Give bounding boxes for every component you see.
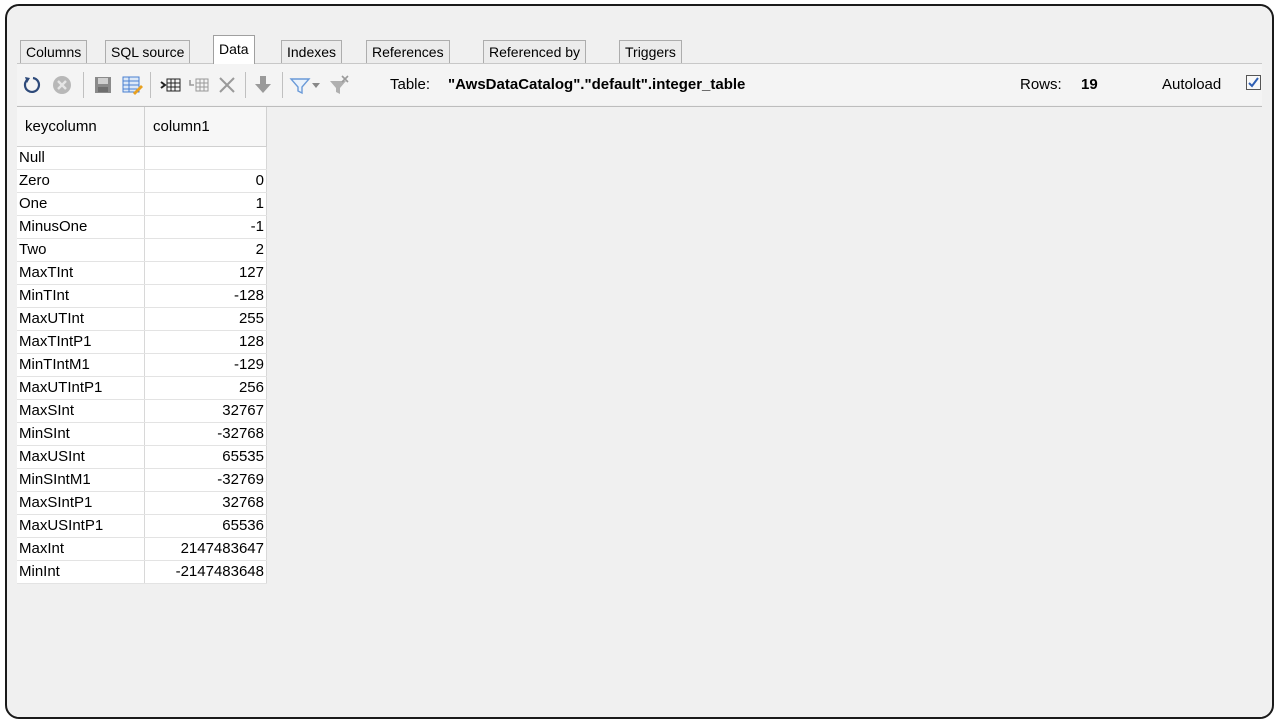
table-row[interactable]: MaxSInt 32767 (17, 399, 267, 423)
cell-keycolumn[interactable]: One (17, 192, 145, 216)
rows-count-wrap: 19 (1081, 76, 1098, 93)
rows-count: 19 (1081, 76, 1098, 93)
table-name: "AwsDataCatalog"."default".integer_table (448, 76, 746, 93)
table-row[interactable]: MaxInt 2147483647 (17, 537, 267, 561)
cell-keycolumn[interactable]: MaxUSIntP1 (17, 514, 145, 538)
tab-references[interactable]: References (366, 40, 450, 63)
window-frame: Columns SQL source Data Indexes Referenc… (5, 4, 1274, 719)
cell-column1[interactable]: 256 (144, 376, 267, 400)
table-name-value: "AwsDataCatalog"."default".integer_table (448, 76, 745, 93)
cell-column1[interactable]: 127 (144, 261, 267, 285)
cell-column1[interactable]: 128 (144, 330, 267, 354)
data-grid-area: keycolumn column1 Null Zero 0 One 1 MinusOne -… (17, 106, 1262, 717)
cell-column1[interactable]: 32768 (144, 491, 267, 515)
cell-column1[interactable]: 0 (144, 169, 267, 193)
cell-column1[interactable] (144, 146, 267, 170)
table-row[interactable]: MaxUTIntP1 256 (17, 376, 267, 400)
tab-sql-source[interactable]: SQL source (105, 40, 191, 63)
table-row[interactable]: MinusOne -1 (17, 215, 267, 239)
autoload-label: Autoload (1162, 76, 1222, 93)
cell-keycolumn[interactable]: Two (17, 238, 145, 262)
table-row[interactable]: MaxTInt 127 (17, 261, 267, 285)
table-row[interactable]: MaxUSIntP1 65536 (17, 514, 267, 538)
autoload-checkbox[interactable] (1246, 75, 1261, 90)
cell-keycolumn[interactable]: MaxUTInt (17, 307, 145, 331)
cell-keycolumn[interactable]: Null (17, 146, 145, 170)
data-toolbar: Table: "AwsDataCatalog"."default".intege… (17, 64, 1262, 105)
table-row[interactable]: One 1 (17, 192, 267, 216)
table-row[interactable]: Zero 0 (17, 169, 267, 193)
cell-column1[interactable]: 1 (144, 192, 267, 216)
edit-icon[interactable] (120, 73, 144, 97)
column-header-column1[interactable]: column1 (144, 107, 267, 147)
cell-keycolumn[interactable]: MinusOne (17, 215, 145, 239)
cell-column1[interactable]: -32769 (144, 468, 267, 492)
cell-keycolumn[interactable]: MaxSIntP1 (17, 491, 145, 515)
tab-referenced-by[interactable]: Referenced by (483, 40, 587, 63)
cell-keycolumn[interactable]: MaxTIntP1 (17, 330, 145, 354)
table-row[interactable]: MinTIntM1 -129 (17, 353, 267, 377)
cell-column1[interactable]: 32767 (144, 399, 267, 423)
stop-icon[interactable] (50, 73, 74, 97)
cell-keycolumn[interactable]: MaxUTIntP1 (17, 376, 145, 400)
cell-keycolumn[interactable]: MaxTInt (17, 261, 145, 285)
cell-column1[interactable]: 255 (144, 307, 267, 331)
cell-keycolumn[interactable]: MinTInt (17, 284, 145, 308)
table-row[interactable]: MaxSIntP1 32768 (17, 491, 267, 515)
cell-column1[interactable]: 2 (144, 238, 267, 262)
save-icon[interactable] (91, 73, 115, 97)
cell-column1[interactable]: 2147483647 (144, 537, 267, 561)
filter-dropdown-icon[interactable] (309, 73, 323, 97)
cell-keycolumn[interactable]: MaxInt (17, 537, 145, 561)
cell-keycolumn[interactable]: MinInt (17, 560, 145, 584)
cell-keycolumn[interactable]: Zero (17, 169, 145, 193)
tab-bar: Columns SQL source Data Indexes Referenc… (17, 34, 1262, 64)
table-row[interactable]: MaxUTInt 255 (17, 307, 267, 331)
cell-column1[interactable]: -32768 (144, 422, 267, 446)
tab-data[interactable]: Data (213, 35, 255, 64)
refresh-icon[interactable] (21, 73, 45, 97)
cell-keycolumn[interactable]: MinSIntM1 (17, 468, 145, 492)
delete-icon[interactable] (215, 73, 239, 97)
cell-keycolumn[interactable]: MaxUSInt (17, 445, 145, 469)
cell-column1[interactable]: -129 (144, 353, 267, 377)
cell-column1[interactable]: -2147483648 (144, 560, 267, 584)
grid-empty-space (268, 107, 1262, 717)
cell-keycolumn[interactable]: MaxSInt (17, 399, 145, 423)
tab-triggers[interactable]: Triggers (619, 40, 682, 63)
cell-keycolumn[interactable]: MinTIntM1 (17, 353, 145, 377)
table-row[interactable]: MaxUSInt 65535 (17, 445, 267, 469)
cell-column1[interactable]: 65536 (144, 514, 267, 538)
cell-column1[interactable]: -128 (144, 284, 267, 308)
table-row[interactable]: MinTInt -128 (17, 284, 267, 308)
cell-column1[interactable]: -1 (144, 215, 267, 239)
table-editor-panel: Columns SQL source Data Indexes Referenc… (17, 6, 1262, 717)
table-row[interactable]: MinSIntM1 -32769 (17, 468, 267, 492)
duplicate-row-icon[interactable] (187, 73, 211, 97)
table-row[interactable]: Null (17, 146, 267, 170)
data-grid: keycolumn column1 Null Zero 0 One 1 MinusOne -… (17, 107, 267, 584)
table-row[interactable]: MinSInt -32768 (17, 422, 267, 446)
table-row[interactable]: MaxTIntP1 128 (17, 330, 267, 354)
rows-label: Rows: (1020, 76, 1062, 93)
table-label: Table: (390, 76, 431, 93)
clear-filter-icon[interactable] (327, 73, 351, 97)
column-header-keycolumn[interactable]: keycolumn (17, 107, 145, 147)
commit-icon[interactable] (251, 73, 275, 97)
tab-indexes[interactable]: Indexes (281, 40, 343, 63)
insert-row-icon[interactable] (159, 73, 183, 97)
cell-keycolumn[interactable]: MinSInt (17, 422, 145, 446)
table-row[interactable]: MinInt -2147483648 (17, 560, 267, 584)
table-row[interactable]: Two 2 (17, 238, 267, 262)
cell-column1[interactable]: 65535 (144, 445, 267, 469)
tab-columns[interactable]: Columns (20, 40, 88, 63)
